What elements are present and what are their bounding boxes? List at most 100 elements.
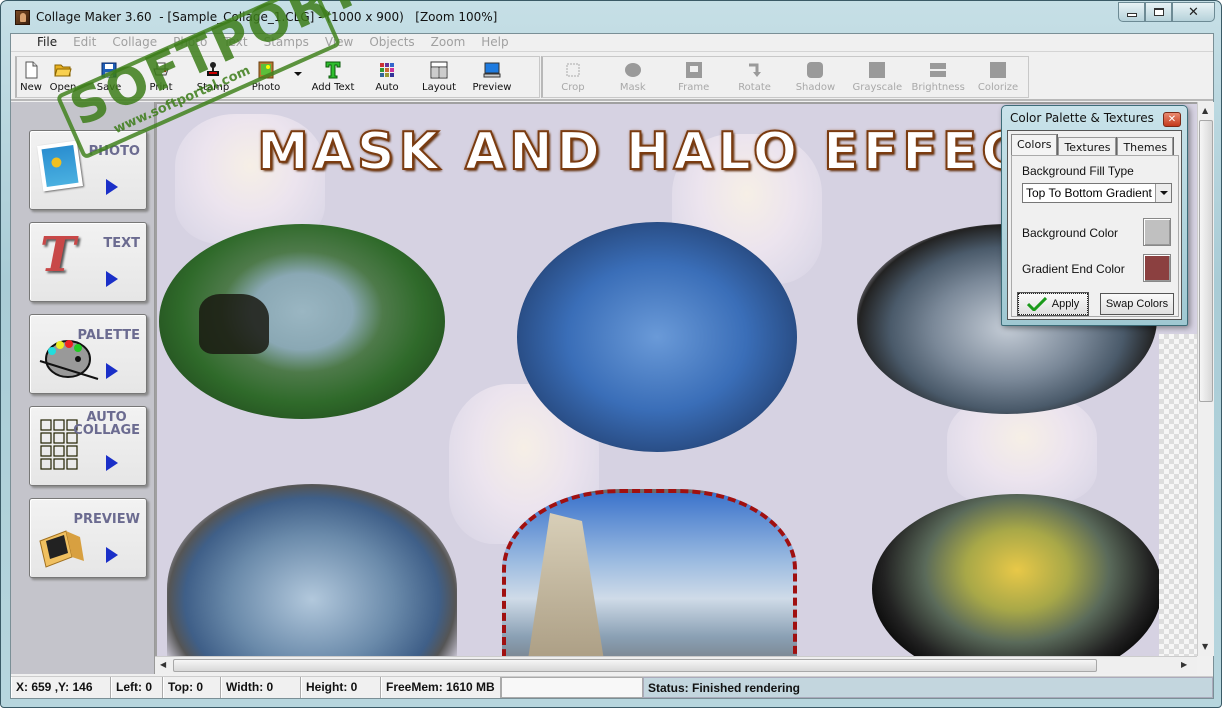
text-panel-button[interactable]: T TEXT xyxy=(29,222,147,302)
brightness-icon xyxy=(930,63,947,77)
add-text-label: Add Text xyxy=(311,82,355,93)
play-arrow-icon xyxy=(106,179,118,195)
menu-photo[interactable]: Photo xyxy=(165,34,215,51)
gradient-end-color-label: Gradient End Color xyxy=(1022,262,1125,276)
maximize-button[interactable] xyxy=(1145,2,1172,22)
preview-panel-button[interactable]: PREVIEW xyxy=(29,498,147,578)
status-coords: X: 659 ,Y: 146 xyxy=(11,677,111,698)
layout-label: Layout xyxy=(422,82,456,93)
status-bar: X: 659 ,Y: 146 Left: 0 Top: 0 Width: 0 H… xyxy=(11,676,1213,698)
close-icon: ✕ xyxy=(1188,4,1199,20)
menu-stamps[interactable]: Stamps xyxy=(256,34,317,51)
gradient-end-color-swatch[interactable] xyxy=(1143,254,1171,282)
mountain-photo-mask[interactable] xyxy=(167,484,457,656)
horizontal-scrollbar[interactable]: ◀ ▶ xyxy=(155,656,1197,674)
horizontal-scroll-thumb[interactable] xyxy=(173,659,1097,672)
scroll-right-icon[interactable]: ▶ xyxy=(1181,660,1187,669)
scroll-up-icon[interactable]: ▲ xyxy=(1202,106,1208,115)
mask-button[interactable]: Mask xyxy=(603,57,663,99)
grayscale-button[interactable]: Grayscale xyxy=(846,57,908,99)
brightness-button[interactable]: Brightness xyxy=(908,57,968,99)
minimize-button[interactable] xyxy=(1118,2,1145,22)
tab-themes[interactable]: Themes xyxy=(1117,137,1174,156)
new-document-icon xyxy=(25,61,38,79)
menu-help[interactable]: Help xyxy=(473,34,516,51)
menu-objects[interactable]: Objects xyxy=(361,34,422,51)
crop-label: Crop xyxy=(561,82,585,93)
sunset-photo-mask[interactable] xyxy=(872,494,1162,656)
dialog-body: Colors Textures Themes Background Fill T… xyxy=(1007,130,1182,320)
stamp-icon xyxy=(207,62,219,76)
cliff-photo-mask[interactable] xyxy=(502,489,797,656)
menu-file[interactable]: File xyxy=(29,34,65,51)
play-arrow-icon xyxy=(106,363,118,379)
stamp-button[interactable]: Stamp xyxy=(185,57,241,99)
tab-textures[interactable]: Textures xyxy=(1058,137,1117,156)
horse-photo-mask[interactable] xyxy=(159,224,445,419)
auto-collage-panel-label: AUTO COLLAGE xyxy=(73,410,140,438)
shadow-icon xyxy=(807,62,824,78)
monitor-icon xyxy=(483,62,501,78)
title-bar[interactable]: Collage Maker 3.60 - [Sample_Collage_1.C… xyxy=(1,1,1221,33)
fill-type-select[interactable]: Top To Bottom Gradient xyxy=(1022,183,1172,203)
apply-button[interactable]: Apply xyxy=(1017,292,1089,316)
menu-text[interactable]: Text xyxy=(215,34,255,51)
collage-heading[interactable]: MASK AND HALO EFFECTS xyxy=(256,121,1104,183)
swap-colors-button[interactable]: Swap Colors xyxy=(1100,293,1174,315)
layout-icon xyxy=(430,61,448,79)
grayscale-icon xyxy=(869,62,886,78)
toolbar: New Open Save Print Stamp Photo Add Text… xyxy=(11,54,1213,101)
close-button[interactable]: ✕ xyxy=(1172,2,1215,22)
tab-colors[interactable]: Colors xyxy=(1011,134,1058,156)
shadow-button[interactable]: Shadow xyxy=(785,57,847,99)
vertical-scrollbar[interactable]: ▲ ▼ xyxy=(1197,102,1214,656)
photo-icon xyxy=(258,61,274,79)
open-button[interactable]: Open xyxy=(45,57,81,99)
brightness-label: Brightness xyxy=(911,82,965,93)
save-label: Save xyxy=(96,82,122,93)
new-button[interactable]: New xyxy=(17,57,45,99)
menu-bar: File Edit Collage Photo Text Stamps View… xyxy=(11,34,1213,52)
add-text-button[interactable]: Add Text xyxy=(305,57,361,99)
colorize-button[interactable]: Colorize xyxy=(968,57,1028,99)
crop-button[interactable]: Crop xyxy=(543,57,603,99)
photo-button[interactable]: Photo xyxy=(241,57,291,99)
background-color-swatch[interactable] xyxy=(1143,218,1171,246)
monitor-icon xyxy=(39,530,84,568)
status-height: Height: 0 xyxy=(301,677,381,698)
app-window: Collage Maker 3.60 - [Sample_Collage_1.C… xyxy=(0,0,1222,708)
colorize-icon xyxy=(990,62,1007,78)
print-button[interactable]: Print xyxy=(137,57,185,99)
toolbar-main-group: New Open Save Print Stamp Photo Add Text… xyxy=(15,56,540,98)
frame-button[interactable]: Frame xyxy=(663,57,725,99)
preview-button[interactable]: Preview xyxy=(465,57,519,99)
status-width: Width: 0 xyxy=(221,677,301,698)
vertical-scroll-thumb[interactable] xyxy=(1199,120,1213,402)
open-label: Open xyxy=(49,82,77,93)
menu-edit[interactable]: Edit xyxy=(65,34,104,51)
save-button[interactable]: Save xyxy=(81,57,137,99)
photo-dropdown-button[interactable] xyxy=(291,57,305,99)
window-title: Collage Maker 3.60 - [Sample_Collage_1.C… xyxy=(36,10,498,24)
dialog-close-button[interactable]: ✕ xyxy=(1163,112,1181,127)
app-icon xyxy=(15,10,30,25)
scroll-left-icon[interactable]: ◀ xyxy=(160,660,166,669)
rotate-icon xyxy=(748,63,761,77)
chevron-down-icon[interactable] xyxy=(1155,184,1171,202)
status-freemem: FreeMem: 1610 MB xyxy=(381,677,501,698)
scroll-down-icon[interactable]: ▼ xyxy=(1202,642,1208,651)
auto-collage-panel-button[interactable]: AUTO COLLAGE xyxy=(29,406,147,486)
layout-button[interactable]: Layout xyxy=(413,57,465,99)
photo-panel-button[interactable]: PHOTO xyxy=(29,130,147,210)
tree-sky-photo-mask[interactable] xyxy=(517,222,797,452)
text-t-icon: T xyxy=(40,227,76,283)
rotate-button[interactable]: Rotate xyxy=(725,57,785,99)
palette-panel-button[interactable]: PALETTE xyxy=(29,314,147,394)
frame-label: Frame xyxy=(678,82,710,93)
menu-view[interactable]: View xyxy=(317,34,361,51)
status-top: Top: 0 xyxy=(163,677,221,698)
menu-zoom[interactable]: Zoom xyxy=(423,34,474,51)
auto-button[interactable]: Auto xyxy=(361,57,413,99)
mask-icon xyxy=(624,63,641,77)
menu-collage[interactable]: Collage xyxy=(104,34,165,51)
